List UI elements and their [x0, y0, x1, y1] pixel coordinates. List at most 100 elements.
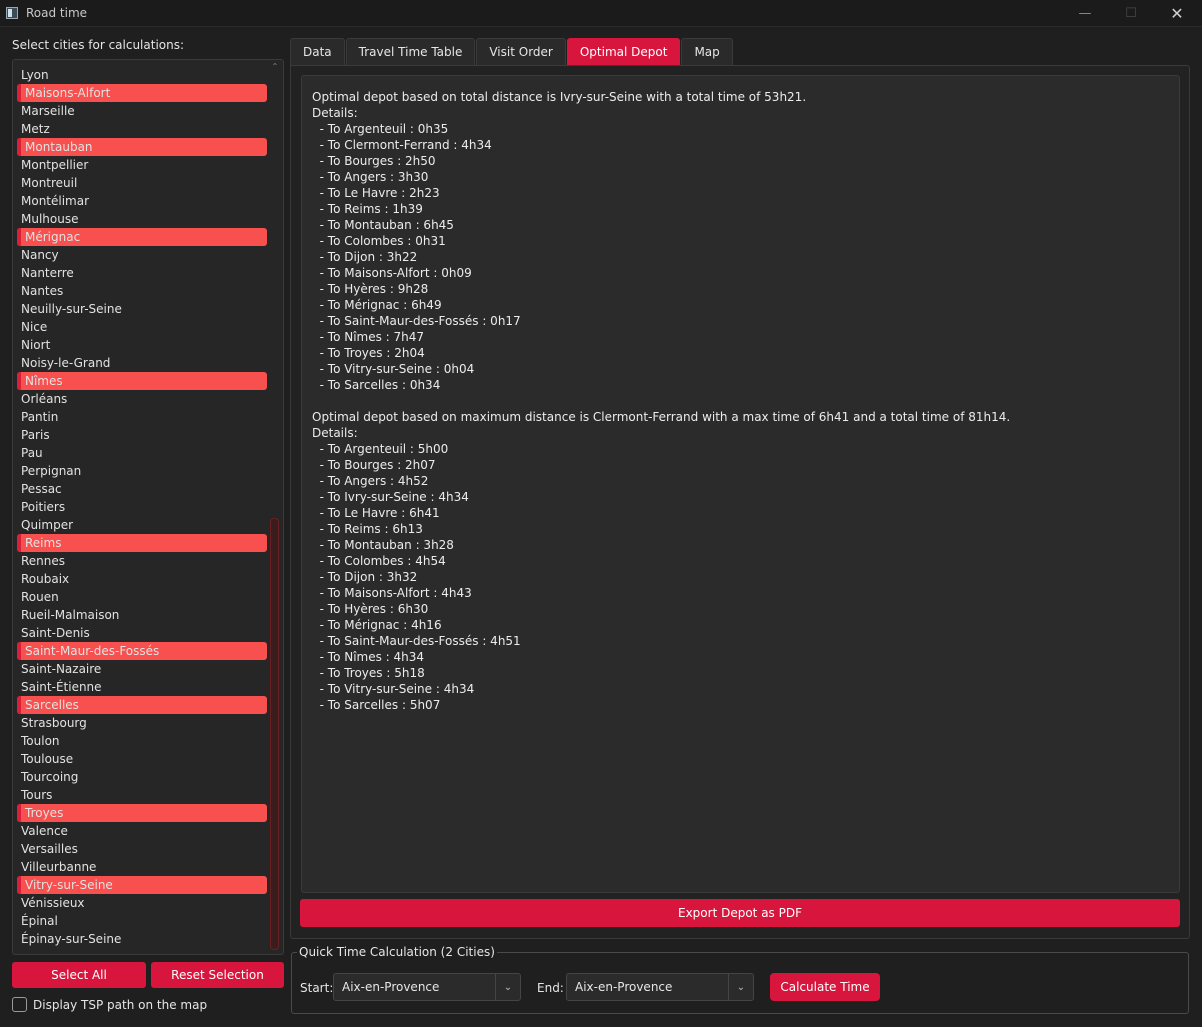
city-item[interactable]: Pau — [13, 444, 269, 462]
title-bar: Road time — ☐ ✕ — [0, 0, 1202, 27]
end-label: End: — [537, 981, 564, 995]
start-label: Start: — [300, 981, 334, 995]
city-item[interactable]: Vitry-sur-Seine — [17, 876, 267, 894]
depot-text-line: - To Hyères : 9h28 — [312, 282, 429, 296]
city-item[interactable]: Rueil-Malmaison — [13, 606, 269, 624]
city-item[interactable]: Metz — [13, 120, 269, 138]
city-item[interactable]: Saint-Étienne — [13, 678, 269, 696]
city-item[interactable]: Neuilly-sur-Seine — [13, 300, 269, 318]
chevron-down-icon[interactable]: ⌄ — [728, 974, 753, 1000]
city-item[interactable]: Mulhouse — [13, 210, 269, 228]
city-item[interactable]: Nice — [13, 318, 269, 336]
city-item[interactable]: Nanterre — [13, 264, 269, 282]
tab-travel-time-table[interactable]: Travel Time Table — [345, 38, 476, 65]
city-item[interactable]: Paris — [13, 426, 269, 444]
select-all-button[interactable]: Select All — [12, 962, 146, 988]
checkbox-box[interactable] — [12, 997, 27, 1012]
city-item[interactable]: Sarcelles — [17, 696, 267, 714]
minimize-button[interactable]: — — [1062, 0, 1108, 27]
city-selection-label: Select cities for calculations: — [12, 38, 185, 52]
tab-optimal-depot[interactable]: Optimal Depot — [566, 38, 681, 65]
city-item[interactable]: Montauban — [17, 138, 267, 156]
city-item[interactable]: Épinay-sur-Seine — [13, 930, 269, 948]
depot-text-line: - To Argenteuil : 0h35 — [312, 122, 449, 136]
city-item[interactable]: Vénissieux — [13, 894, 269, 912]
depot-text-line: - To Troyes : 2h04 — [312, 346, 425, 360]
export-depot-pdf-button[interactable]: Export Depot as PDF — [300, 899, 1180, 927]
city-item[interactable]: Villeurbanne — [13, 858, 269, 876]
depot-text-line: - To Dijon : 3h22 — [312, 250, 418, 264]
city-item[interactable]: Toulon — [13, 732, 269, 750]
city-item[interactable]: Versailles — [13, 840, 269, 858]
city-item[interactable]: Pessac — [13, 480, 269, 498]
depot-text-line: Details: — [312, 426, 358, 440]
depot-text-line: - To Ivry-sur-Seine : 4h34 — [312, 490, 469, 504]
depot-text-line: - To Nîmes : 4h34 — [312, 650, 425, 664]
city-item[interactable]: Tours — [13, 786, 269, 804]
city-item[interactable]: Troyes — [17, 804, 267, 822]
chevron-down-icon[interactable]: ⌄ — [495, 974, 520, 1000]
depot-text-line: - To Le Havre : 2h23 — [312, 186, 440, 200]
city-item[interactable]: Saint-Nazaire — [13, 660, 269, 678]
city-item[interactable]: Rennes — [13, 552, 269, 570]
city-item[interactable]: Épinal — [13, 912, 269, 930]
city-item[interactable]: Strasbourg — [13, 714, 269, 732]
city-item[interactable]: Perpignan — [13, 462, 269, 480]
city-item[interactable]: Poitiers — [13, 498, 269, 516]
depot-text-line: - To Hyères : 6h30 — [312, 602, 429, 616]
city-item[interactable]: Niort — [13, 336, 269, 354]
depot-text-line: - To Dijon : 3h32 — [312, 570, 418, 584]
city-item[interactable]: Rouen — [13, 588, 269, 606]
close-button[interactable]: ✕ — [1154, 0, 1200, 27]
city-item[interactable]: Maisons-Alfort — [17, 84, 267, 102]
end-city-select[interactable]: Aix-en-Provence ⌄ — [566, 973, 754, 1001]
city-item[interactable]: Roubaix — [13, 570, 269, 588]
city-item[interactable]: Valence — [13, 822, 269, 840]
maximize-button[interactable]: ☐ — [1108, 0, 1154, 27]
city-item[interactable]: Saint-Denis — [13, 624, 269, 642]
scroll-thumb[interactable] — [270, 518, 279, 950]
city-item[interactable]: Nantes — [13, 282, 269, 300]
city-item[interactable]: Mérignac — [17, 228, 267, 246]
quick-time-calculation-title: Quick Time Calculation (2 Cities) — [297, 945, 497, 959]
city-item[interactable]: Montélimar — [13, 192, 269, 210]
city-item[interactable]: Montpellier — [13, 156, 269, 174]
calculate-time-button[interactable]: Calculate Time — [770, 973, 880, 1001]
city-item[interactable]: Lyon — [13, 66, 269, 84]
city-item[interactable]: Saint-Maur-des-Fossés — [17, 642, 267, 660]
city-item[interactable]: Nancy — [13, 246, 269, 264]
depot-text-line: - To Sarcelles : 5h07 — [312, 698, 441, 712]
tab-visit-order[interactable]: Visit Order — [476, 38, 566, 65]
tab-map[interactable]: Map — [681, 38, 733, 65]
city-item[interactable]: Toulouse — [13, 750, 269, 768]
city-items: Lyon Maisons-Alfort Marseille Metz Montauban… — [13, 66, 269, 948]
city-item[interactable]: Tourcoing — [13, 768, 269, 786]
city-item[interactable]: Noisy-le-Grand — [13, 354, 269, 372]
end-city-value: Aix-en-Provence — [575, 980, 673, 994]
depot-text-line: - To Montauban : 6h45 — [312, 218, 454, 232]
city-list-scrollbar[interactable]: ⌃ — [269, 62, 281, 952]
depot-text-line: Optimal depot based on total distance is… — [312, 90, 807, 104]
city-item[interactable]: Nîmes — [17, 372, 267, 390]
reset-selection-button[interactable]: Reset Selection — [151, 962, 284, 988]
start-city-select[interactable]: Aix-en-Provence ⌄ — [333, 973, 521, 1001]
depot-text-line: - To Vitry-sur-Seine : 0h04 — [312, 362, 475, 376]
city-item[interactable]: Montreuil — [13, 174, 269, 192]
city-item[interactable]: Pantin — [13, 408, 269, 426]
tsp-path-checkbox[interactable]: Display TSP path on the map — [12, 997, 207, 1012]
city-item[interactable]: Quimper — [13, 516, 269, 534]
city-list[interactable]: Lyon Maisons-Alfort Marseille Metz Montauban… — [12, 59, 284, 955]
depot-text-line: - To Bourges : 2h50 — [312, 154, 436, 168]
depot-results-text: Optimal depot based on total distance is… — [301, 75, 1180, 893]
optimal-depot-panel: Optimal depot based on total distance is… — [290, 65, 1190, 939]
city-item[interactable]: Reims — [17, 534, 267, 552]
depot-text-line: - To Mérignac : 6h49 — [312, 298, 442, 312]
tab-bar: Data Travel Time Table Visit Order Optimal … — [290, 38, 734, 65]
depot-text-line — [312, 393, 1169, 409]
depot-text-line: - To Clermont-Ferrand : 4h34 — [312, 138, 492, 152]
scroll-up-icon[interactable]: ⌃ — [269, 62, 281, 72]
depot-text-line: - To Nîmes : 7h47 — [312, 330, 425, 344]
city-item[interactable]: Orléans — [13, 390, 269, 408]
city-item[interactable]: Marseille — [13, 102, 269, 120]
tab-data[interactable]: Data — [290, 38, 345, 65]
